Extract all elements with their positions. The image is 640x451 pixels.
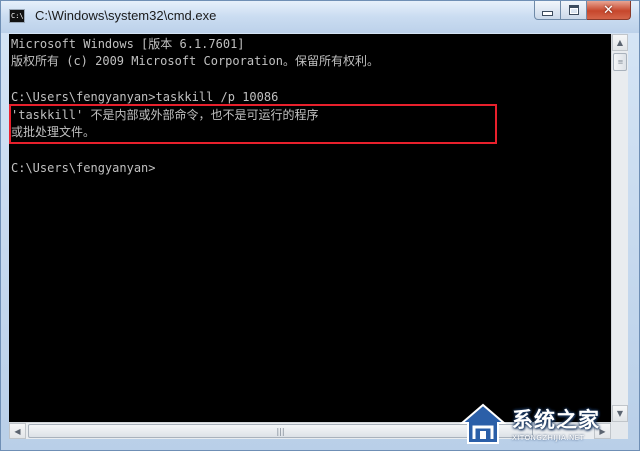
cmd-window: C:\ C:\Windows\system32\cmd.exe ✕ Micros…	[0, 0, 640, 451]
error-highlight-box	[9, 104, 497, 144]
console-output[interactable]: Microsoft Windows [版本 6.1.7601] 版权所有 (c)…	[9, 34, 611, 422]
scroll-left-button[interactable]: ◀	[9, 423, 26, 439]
minimize-icon	[542, 10, 553, 16]
window-title: C:\Windows\system32\cmd.exe	[35, 8, 217, 23]
maximize-icon	[568, 5, 579, 15]
arrow-up-icon: ▲	[616, 38, 624, 47]
console-line: C:\Users\fengyanyan>taskkill /p 10086	[11, 90, 279, 104]
maximize-button[interactable]	[561, 1, 587, 20]
arrow-left-icon: ◀	[14, 426, 21, 436]
grip-icon: |||	[276, 426, 285, 436]
console-line: Microsoft Windows [版本 6.1.7601]	[11, 37, 245, 51]
minimize-button[interactable]	[534, 1, 561, 20]
watermark-name: 系统之家	[512, 408, 600, 432]
vertical-scroll-thumb[interactable]: ≡	[613, 53, 627, 71]
close-icon: ✕	[603, 2, 614, 18]
watermark: 系统之家 XITONGZHIJIA.NET	[458, 398, 636, 448]
console-line: 版权所有 (c) 2009 Microsoft Corporation。保留所有…	[11, 54, 379, 68]
close-button[interactable]: ✕	[587, 1, 631, 20]
console-prompt: C:\Users\fengyanyan>	[11, 161, 156, 175]
grip-icon: ≡	[617, 58, 624, 66]
caption-buttons: ✕	[534, 1, 631, 20]
watermark-url: XITONGZHIJIA.NET	[512, 434, 585, 442]
scroll-up-button[interactable]: ▲	[612, 34, 628, 51]
watermark-text: 系统之家 XITONGZHIJIA.NET	[512, 404, 600, 442]
house-logo-icon	[459, 403, 507, 444]
vertical-scrollbar[interactable]: ▲ ≡ ▼	[611, 34, 628, 422]
cmd-app-icon[interactable]: C:\	[9, 9, 25, 23]
title-bar[interactable]: C:\ C:\Windows\system32\cmd.exe ✕	[1, 1, 639, 33]
